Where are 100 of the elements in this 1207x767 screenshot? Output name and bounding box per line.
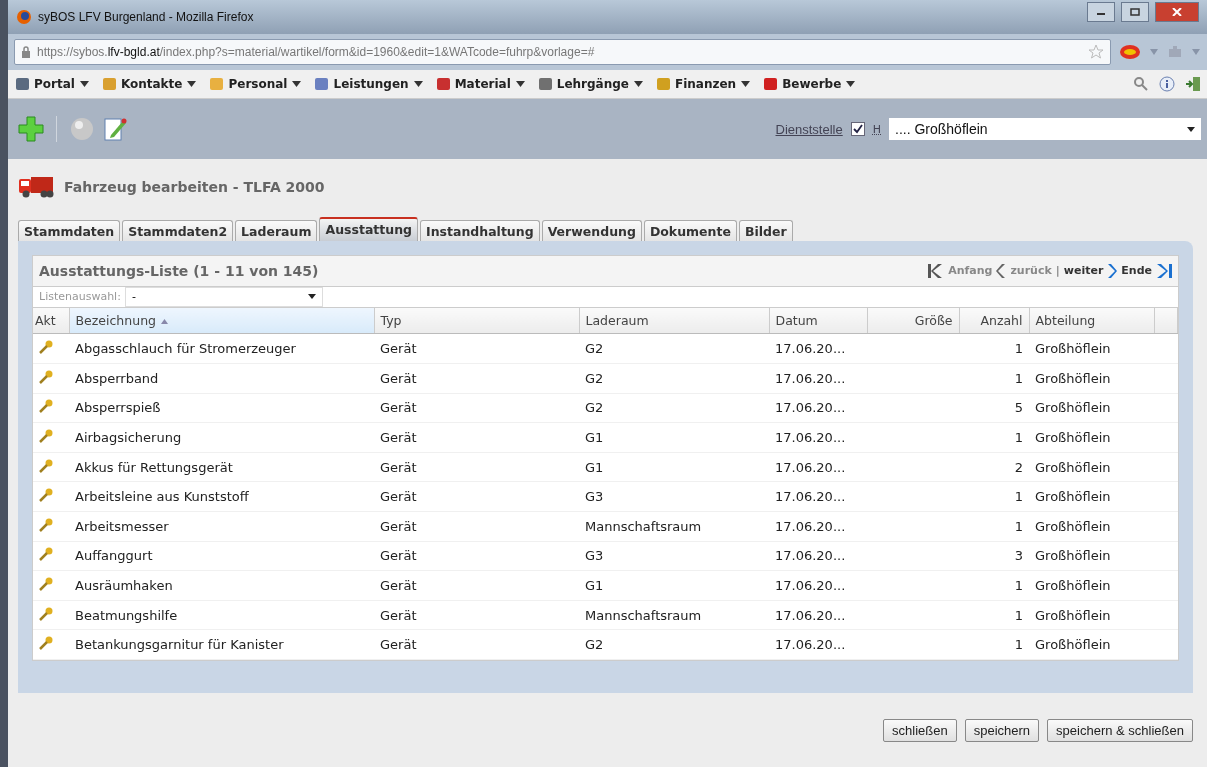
- key-icon[interactable]: [39, 340, 53, 355]
- tab[interactable]: Stammdaten2: [122, 220, 234, 241]
- table-cell: Airbagsicherung: [75, 430, 182, 446]
- table-cell: Mannschaftsraum: [585, 518, 702, 534]
- table-cell: 1: [1014, 430, 1023, 446]
- tab[interactable]: Instandhaltung: [420, 220, 540, 241]
- star-icon[interactable]: [1088, 44, 1104, 60]
- column-header[interactable]: Akt: [33, 308, 69, 334]
- table-cell: G2: [585, 370, 604, 386]
- menu-item[interactable]: Lehrgänge: [536, 77, 645, 91]
- edit-icon[interactable]: [103, 116, 127, 142]
- key-icon[interactable]: [39, 517, 53, 532]
- table-cell: Großhöflein: [1035, 430, 1111, 446]
- caret-icon: [846, 81, 856, 87]
- table-cell: Großhöflein: [1035, 548, 1111, 564]
- key-icon[interactable]: [39, 429, 53, 444]
- table-cell: G1: [585, 430, 604, 446]
- pager-separator: |: [1055, 264, 1060, 278]
- key-icon[interactable]: [39, 488, 53, 503]
- table-cell: 17.06.20...: [775, 430, 846, 446]
- table-cell: Mannschaftsraum: [585, 607, 702, 623]
- column-header[interactable]: Anzahl: [959, 308, 1029, 334]
- table-cell: 1: [1014, 341, 1023, 357]
- tab[interactable]: Dokumente: [643, 220, 737, 241]
- logout-icon[interactable]: [1185, 76, 1201, 92]
- table-cell: Absperrspieß: [75, 400, 161, 416]
- h-label: H: [872, 122, 881, 136]
- minimize-button[interactable]: [1087, 2, 1115, 22]
- last-link[interactable]: Ende: [1121, 264, 1152, 278]
- action-button[interactable]: speichern: [964, 718, 1040, 742]
- menu-item[interactable]: Bewerbe: [762, 77, 858, 91]
- table-cell: 17.06.20...: [775, 341, 846, 357]
- address-field[interactable]: https://sybos.lfv-bgld.at/index.php?s=material/wartikel/form&id=1960&edit=1&WATcode=fuhrp&vorlage=#: [14, 39, 1111, 65]
- column-header[interactable]: Abteilung: [1029, 308, 1154, 334]
- table-cell: 17.06.20...: [775, 548, 846, 564]
- lock-icon: [21, 46, 31, 58]
- table-cell: Ausräumhaken: [75, 578, 173, 593]
- last-page-icon[interactable]: [1156, 263, 1172, 278]
- key-icon[interactable]: [39, 399, 53, 414]
- previous-icon[interactable]: [996, 263, 1007, 278]
- caret-icon: [634, 81, 643, 87]
- next-icon[interactable]: [1107, 263, 1118, 278]
- table-cell: 1: [1014, 578, 1023, 593]
- close-button[interactable]: [1155, 2, 1199, 22]
- tab[interactable]: Laderaum: [235, 220, 318, 241]
- fire-truck-icon: [18, 175, 54, 199]
- table-cell: 17.06.20...: [775, 400, 846, 416]
- caret-icon: [413, 81, 423, 87]
- menu-item[interactable]: Finanzen: [655, 77, 753, 91]
- table-cell: 17.06.20...: [775, 489, 846, 505]
- dienststelle-select[interactable]: .... Großhöflein: [889, 118, 1201, 140]
- table-cell: 1: [1014, 637, 1023, 653]
- table-cell: 1: [1014, 607, 1023, 623]
- table-cell: 17.06.20...: [775, 459, 846, 475]
- dropdown-icon: [1187, 126, 1195, 132]
- addon-icon[interactable]: [1119, 44, 1141, 60]
- tab[interactable]: Bilder: [738, 220, 793, 241]
- table-cell: 1: [1014, 518, 1023, 534]
- table-cell: Gerät: [380, 370, 417, 386]
- table-cell: Großhöflein: [1035, 518, 1111, 534]
- menu-item[interactable]: Leistungen: [313, 77, 425, 91]
- column-header[interactable]: Typ: [374, 308, 579, 334]
- table-cell: Gerät: [380, 459, 417, 475]
- info-icon[interactable]: [1159, 76, 1175, 92]
- table-cell: Auffanggurt: [75, 548, 153, 564]
- action-button[interactable]: schließen: [883, 718, 957, 742]
- menu-item[interactable]: Kontakte: [100, 77, 199, 91]
- key-icon[interactable]: [39, 369, 53, 384]
- key-icon[interactable]: [39, 458, 53, 473]
- dienststelle-link[interactable]: Dienststelle: [775, 121, 843, 137]
- column-header[interactable]: Datum: [769, 308, 867, 334]
- checkbox[interactable]: [850, 122, 865, 136]
- key-icon[interactable]: [39, 577, 53, 591]
- menu-item[interactable]: Personal: [208, 77, 304, 91]
- window-title: syBOS LFV Burgenland - Mozilla Firefox: [38, 10, 254, 24]
- caret-icon: [515, 81, 525, 87]
- column-header[interactable]: Laderaum: [579, 308, 769, 334]
- list-select[interactable]: -: [124, 287, 323, 307]
- column-header[interactable]: Größe: [867, 308, 959, 334]
- maximize-button[interactable]: [1121, 2, 1149, 22]
- caret-icon: [187, 81, 197, 87]
- table-cell: 5: [1014, 400, 1023, 416]
- action-button[interactable]: speichern & schließen: [1047, 718, 1193, 742]
- table-cell: Absperrband: [75, 370, 159, 386]
- key-icon[interactable]: [39, 636, 53, 651]
- key-icon[interactable]: [39, 547, 53, 562]
- next-link[interactable]: weiter: [1063, 264, 1104, 278]
- table-cell: Großhöflein: [1035, 459, 1111, 475]
- tab[interactable]: Verwendung: [541, 220, 642, 241]
- column-header[interactable]: Bezeichnung: [69, 308, 374, 334]
- tab[interactable]: Ausstattung: [319, 217, 419, 241]
- table-cell: Großhöflein: [1035, 400, 1111, 416]
- menu-item[interactable]: Material: [434, 77, 527, 91]
- table-cell: Gerät: [380, 430, 417, 446]
- tab[interactable]: Stammdaten: [18, 220, 121, 241]
- table-cell: 17.06.20...: [775, 637, 846, 653]
- key-icon[interactable]: [39, 606, 53, 621]
- table-cell: G1: [585, 459, 604, 475]
- menu-item[interactable]: Portal: [14, 77, 91, 91]
- table-cell: 3: [1014, 548, 1023, 564]
